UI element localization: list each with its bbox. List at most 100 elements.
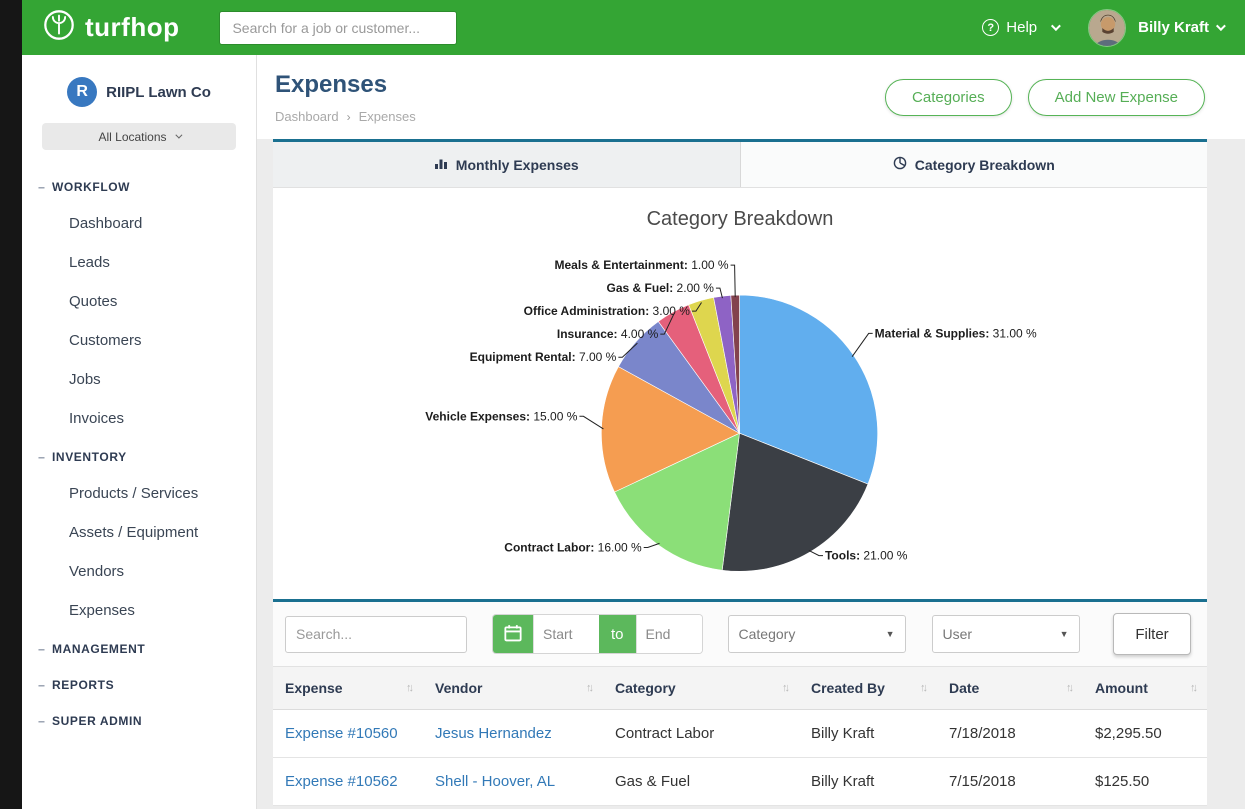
pie-label-meals-entertainment: Meals & Entertainment: 1.00 % [555,258,729,272]
pie-label-leader-line [644,543,660,547]
column-label: Expense [285,680,343,696]
tab-category-breakdown[interactable]: Category Breakdown [741,142,1208,187]
pie-label-office-administration: Office Administration: 3.00 % [524,304,691,318]
sidebar-section-label: MANAGEMENT [52,642,145,656]
date-to-label: to [599,615,636,653]
sidebar-item-customers[interactable]: Customers [22,321,256,360]
sidebar-section-label: SUPER ADMIN [52,714,142,728]
pie-label-equipment-rental: Equipment Rental: 7.00 % [470,350,617,364]
page-title: Expenses [275,71,416,99]
sidebar-item-products-services[interactable]: Products / Services [22,474,256,513]
sort-arrows-icon[interactable]: ↑↓ [586,682,591,694]
company-badge: R [67,77,97,107]
bar-chart-icon [434,156,448,173]
column-label: Category [615,680,676,696]
cell-expense[interactable]: Expense #10560 [273,710,423,757]
user-avatar[interactable] [1088,9,1126,47]
sort-arrows-icon[interactable]: ↑↓ [782,682,787,694]
cell-amount: $2,295.50 [1083,710,1207,757]
column-header-created-by[interactable]: Created By ↑↓ [799,667,937,709]
sidebar-section-label: REPORTS [52,678,114,692]
select-arrow-icon: ▼ [886,629,895,639]
sidebar-nav: -- WORKFLOW DashboardLeadsQuotesCustomersJ… [22,168,256,738]
category-select[interactable]: Category ▼ [728,615,906,653]
column-header-date[interactable]: Date ↑↓ [937,667,1083,709]
add-new-expense-button[interactable]: Add New Expense [1028,79,1205,116]
location-label: All Locations [98,130,166,144]
column-header-category[interactable]: Category ↑↓ [603,667,799,709]
turfhop-logo[interactable]: turfhop [42,8,179,47]
calendar-button[interactable] [493,615,533,653]
sidebar-item-expenses[interactable]: Expenses [22,591,256,630]
sidebar-item-assets-equipment[interactable]: Assets / Equipment [22,513,256,552]
pie-label-contract-labor: Contract Labor: 16.00 % [504,541,642,555]
column-header-amount[interactable]: Amount↑↓ [1083,667,1207,709]
app: turfhop ? Help Billy Kraft [22,0,1245,809]
table-row: Expense #10560Jesus HernandezContract La… [273,710,1207,758]
breadcrumb: Dashboard › Expenses [275,109,416,124]
location-selector[interactable]: All Locations [42,123,236,150]
sidebar: R RIIPL Lawn Co All Locations -- WORKFLOW… [22,55,257,809]
sidebar-section-label: INVENTORY [52,450,127,464]
help-icon: ? [982,19,999,36]
table-row: Expense #10562Shell - Hoover, ALGas & Fu… [273,758,1207,806]
pie-label-leader-line [852,333,873,356]
column-label: Date [949,680,979,696]
user-menu[interactable]: Billy Kraft [1138,19,1223,36]
sidebar-item-dashboard[interactable]: Dashboard [22,204,256,243]
tree-branch-icon: -- [38,642,44,656]
chart-title: Category Breakdown [273,208,1207,231]
sidebar-section-label: WORKFLOW [52,180,130,194]
sidebar-item-vendors[interactable]: Vendors [22,552,256,591]
breadcrumb-separator: › [347,110,351,124]
end-date-input[interactable] [636,615,702,653]
page-header: Expenses Dashboard › Expenses Categories… [257,55,1245,139]
header-buttons: Categories Add New Expense [885,79,1205,116]
date-range-group: to [493,615,702,653]
sort-arrows-icon[interactable]: ↑↓ [1190,682,1195,694]
chart-tabs: Monthly Expenses Category Breakdown [273,142,1207,188]
tab-monthly-expenses[interactable]: Monthly Expenses [273,142,741,187]
column-label: Created By [811,680,885,696]
cell-vendor[interactable]: Jesus Hernandez [423,710,603,757]
breadcrumb-dashboard[interactable]: Dashboard [275,109,339,124]
pie-label-tools: Tools: 21.00 % [825,549,908,563]
categories-button[interactable]: Categories [885,79,1012,116]
cell-vendor[interactable]: Shell - Hoover, AL [423,758,603,805]
tree-branch-icon: -- [38,180,44,194]
expenses-card: Monthly Expenses Category Breakdown [273,139,1207,806]
sidebar-item-leads[interactable]: Leads [22,243,256,282]
user-select[interactable]: User ▼ [932,615,1080,653]
company-header: R RIIPL Lawn Co [22,55,256,123]
sidebar-section-inventory: --INVENTORY [22,438,256,474]
pie-chart-icon [893,156,907,173]
cell-expense[interactable]: Expense #10562 [273,758,423,805]
calendar-icon [504,624,522,645]
start-date-input[interactable] [533,615,599,653]
category-select-value: Category [739,626,796,642]
sidebar-item-invoices[interactable]: Invoices [22,399,256,438]
company-name: RIIPL Lawn Co [106,84,211,101]
table-search-input[interactable] [285,616,467,653]
sort-arrows-icon[interactable]: ↑↓ [406,682,411,694]
pie-label-insurance: Insurance: 4.00 % [557,327,659,341]
pie-label-material-supplies: Material & Supplies: 31.00 % [875,326,1037,340]
column-header-expense[interactable]: Expense ↑↓ [273,667,423,709]
cell-date: 7/15/2018 [937,758,1083,805]
chart-area: Category Breakdown Meals & Entertainment… [273,188,1207,599]
pie-label-gas-fuel: Gas & Fuel: 2.00 % [607,281,715,295]
sidebar-item-quotes[interactable]: Quotes [22,282,256,321]
sidebar-item-jobs[interactable]: Jobs [22,360,256,399]
help-menu[interactable]: ? Help [982,19,1058,36]
sort-arrows-icon[interactable]: ↑↓ [920,682,925,694]
global-search-input[interactable] [219,11,457,45]
filter-button[interactable]: Filter [1113,613,1191,655]
sort-arrows-icon[interactable]: ↑↓ [1066,682,1071,694]
cell-category: Gas & Fuel [603,758,799,805]
expenses-table: Expense↑↓Vendor↑↓Category↑↓Created By↑↓D… [273,666,1207,806]
cell-created-by: Billy Kraft [799,758,937,805]
column-header-vendor[interactable]: Vendor↑↓ [423,667,603,709]
turfhop-logo-icon [42,8,76,47]
tab-label: Monthly Expenses [456,157,579,173]
cell-category: Contract Labor [603,710,799,757]
